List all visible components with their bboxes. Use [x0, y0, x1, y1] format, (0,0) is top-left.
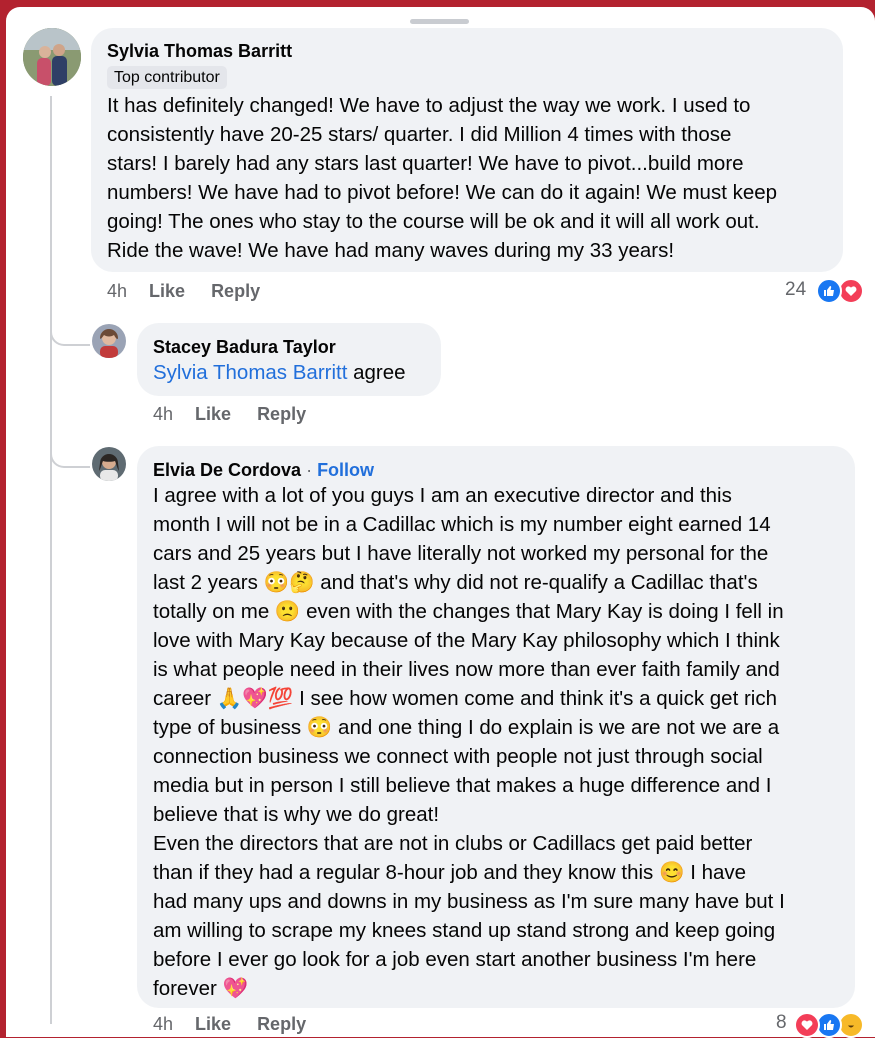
comment-actions: 4h Like Reply	[153, 1014, 332, 1035]
comment-line: had many ups and downs in my business as…	[153, 890, 785, 913]
thread-connector	[50, 316, 90, 346]
reply-button[interactable]: Reply	[257, 1014, 306, 1034]
reaction-count[interactable]: 24	[785, 279, 806, 301]
comment-line: totally on me 🙁 even with the changes th…	[153, 600, 784, 623]
comment-text-after-mention: agree	[347, 361, 406, 384]
comment-line: numbers! We have had to pivot before! We…	[107, 181, 778, 204]
top-contributor-badge: Top contributor	[107, 66, 227, 89]
love-reaction-icon	[794, 1012, 820, 1038]
comment-line: stars! I barely had any stars last quart…	[107, 152, 744, 175]
avatar[interactable]	[92, 447, 126, 481]
comment-text: Sylvia Thomas Barritt agree	[153, 358, 406, 387]
comment-actions: 4h Like Reply	[153, 404, 332, 425]
profile-photo	[23, 28, 81, 86]
comment-line: media but in person I still believe that…	[153, 774, 772, 797]
comment-actions: 4h Like Reply	[107, 281, 286, 302]
comment-author[interactable]: Sylvia Thomas Barritt	[107, 41, 292, 62]
timestamp[interactable]: 4h	[107, 281, 127, 301]
comment-line: connection business we connect with peop…	[153, 745, 763, 768]
comment-line: going! The ones who stay to the course w…	[107, 210, 760, 233]
comment-text: It has definitely changed! We have to ad…	[107, 91, 837, 265]
comment-line: believe that is why we do great!	[153, 803, 440, 826]
thread-connector	[50, 438, 90, 468]
comment-author[interactable]: Stacey Badura Taylor	[153, 337, 336, 358]
comment-line: month I will not be in a Cadillac which …	[153, 513, 771, 536]
like-button[interactable]: Like	[149, 281, 185, 301]
comment-line: before I ever go look for a job even sta…	[153, 948, 757, 971]
comment-line: consistently have 20-25 stars/ quarter. …	[107, 123, 732, 146]
comment-line: last 2 years 😳🤔 and that's why did not r…	[153, 571, 758, 594]
comment-line: career 🙏💖💯 I see how women come and thin…	[153, 687, 777, 710]
avatar[interactable]	[23, 28, 81, 86]
comment-line: than if they had a regular 8-hour job an…	[153, 861, 747, 884]
timestamp[interactable]: 4h	[153, 404, 173, 424]
like-button[interactable]: Like	[195, 1014, 231, 1034]
comment-line: Even the directors that are not in clubs…	[153, 832, 753, 855]
comment-line: am willing to scrape my knees stand up s…	[153, 919, 776, 942]
comment-line: It has definitely changed! We have to ad…	[107, 94, 751, 117]
reply-button[interactable]: Reply	[211, 281, 260, 301]
avatar[interactable]	[92, 324, 126, 358]
timestamp[interactable]: 4h	[153, 1014, 173, 1034]
comment-line: cars and 25 years but I have literally n…	[153, 542, 769, 565]
reaction-count[interactable]: 8	[776, 1012, 787, 1034]
comment-author-row: Elvia De Cordova · Follow	[153, 460, 374, 481]
mention-link[interactable]: Sylvia Thomas Barritt	[153, 361, 347, 384]
like-button[interactable]: Like	[195, 404, 231, 424]
profile-photo	[92, 324, 126, 358]
thread-line	[50, 96, 52, 1024]
reply-button[interactable]: Reply	[257, 404, 306, 424]
like-reaction-icon	[816, 278, 842, 304]
comment-text: I agree with a lot of you guys I am an e…	[153, 481, 848, 1003]
comment-line: Ride the wave! We have had many waves du…	[107, 239, 675, 262]
comment-line: I agree with a lot of you guys I am an e…	[153, 484, 732, 507]
comment-line: is what people need in their lives now m…	[153, 658, 780, 681]
comment-line: type of business 😳 and one thing I do ex…	[153, 716, 780, 739]
profile-photo	[92, 447, 126, 481]
separator-dot: ·	[301, 460, 318, 480]
comment-author[interactable]: Elvia De Cordova	[153, 460, 301, 480]
sheet-drag-handle[interactable]	[410, 19, 469, 24]
comment-line: love with Mary Kay because of the Mary K…	[153, 629, 780, 652]
comment-line: forever 💖	[153, 977, 249, 1000]
follow-button[interactable]: Follow	[317, 460, 374, 480]
